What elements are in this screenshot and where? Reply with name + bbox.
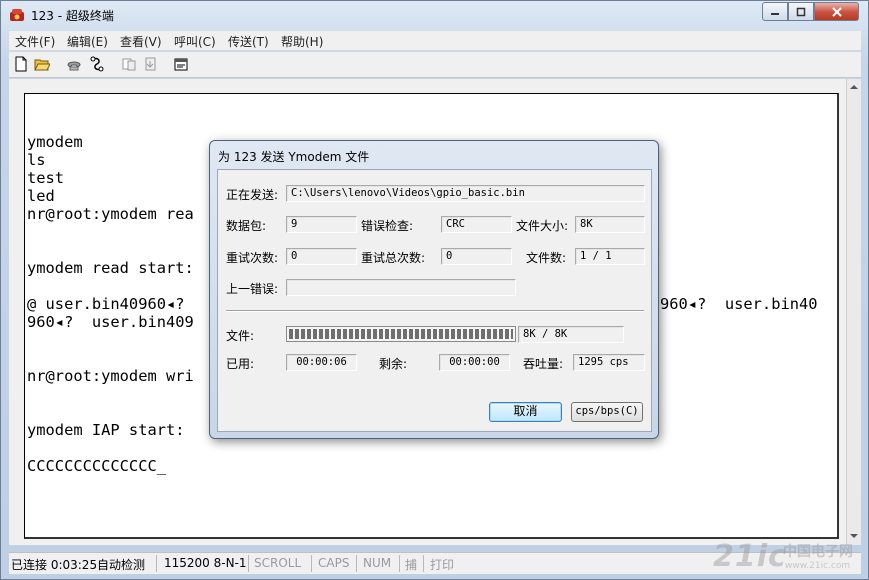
retries-label: 重试次数: bbox=[226, 251, 279, 265]
status-capture: 捕 bbox=[405, 558, 418, 572]
menu-transfer[interactable]: 传送(T) bbox=[228, 33, 269, 50]
maximize-icon bbox=[796, 7, 806, 16]
terminal-line: ymodem IAP start: bbox=[27, 421, 185, 439]
minimize-button[interactable] bbox=[762, 2, 788, 21]
cps-bps-button[interactable]: cps/bps(C) bbox=[571, 402, 643, 422]
terminal-line-fragment: 960◂? user.bin40 bbox=[660, 295, 818, 313]
watermark-logo-text: 21ic bbox=[713, 539, 787, 574]
progress-fill bbox=[289, 329, 513, 339]
status-port: 115200 8-N-1 bbox=[164, 556, 247, 570]
scroll-down-icon[interactable] bbox=[850, 534, 858, 538]
sending-label: 正在发送: bbox=[226, 188, 279, 202]
terminal-line: test bbox=[27, 169, 65, 187]
last-error-label: 上一错误: bbox=[226, 282, 279, 296]
elapsed-field: 00:00:06 bbox=[286, 354, 357, 371]
status-num: NUM bbox=[363, 556, 392, 570]
new-icon[interactable] bbox=[13, 56, 29, 72]
terminal-line: ls bbox=[27, 151, 46, 169]
terminal-line: ymodem read start: bbox=[27, 259, 194, 277]
elapsed-label: 已用: bbox=[226, 357, 255, 371]
progress-text-field: 8K / 8K bbox=[518, 326, 624, 343]
status-separator bbox=[311, 555, 312, 572]
transfer-progress-bar bbox=[286, 326, 516, 342]
terminal-line: nr@root:ymodem rea bbox=[27, 205, 194, 223]
terminal-line: ymodem bbox=[27, 133, 83, 151]
menu-call[interactable]: 呼叫(C) bbox=[174, 33, 216, 50]
receive-icon[interactable] bbox=[143, 56, 159, 72]
ymodem-send-dialog: 为 123 发送 Ymodem 文件 正在发送: C:\Users\lenovo… bbox=[209, 140, 659, 439]
terminal-line: @ user.bin40960◂? bbox=[27, 295, 185, 313]
retries-field: 0 bbox=[286, 248, 357, 265]
status-print: 打印 bbox=[430, 558, 455, 572]
file-label: 文件: bbox=[226, 329, 255, 343]
maximize-button[interactable] bbox=[788, 2, 814, 21]
error-check-field: CRC bbox=[441, 216, 512, 233]
status-separator bbox=[156, 555, 157, 572]
terminal-line: led bbox=[27, 187, 55, 205]
watermark-name: 中国电子网 bbox=[783, 544, 853, 560]
phone-terminal-icon bbox=[10, 9, 24, 21]
watermark-logo: 21ic 中国电子网 www.21ic.com bbox=[713, 539, 853, 574]
status-connected: 已连接 0:03:25 bbox=[11, 558, 98, 572]
file-size-label: 文件大小: bbox=[516, 219, 569, 233]
cancel-button[interactable]: 取消 bbox=[489, 402, 562, 422]
status-separator bbox=[356, 555, 357, 572]
files-field: 1 / 1 bbox=[575, 248, 645, 265]
dialog-title: 为 123 发送 Ymodem 文件 bbox=[218, 150, 370, 164]
menu-edit[interactable]: 编辑(E) bbox=[67, 33, 108, 50]
status-detect: 自动检测 bbox=[97, 558, 146, 572]
menu-help[interactable]: 帮助(H) bbox=[281, 33, 323, 50]
disconnect-icon[interactable] bbox=[89, 56, 105, 72]
error-check-label: 错误检查: bbox=[361, 219, 414, 233]
terminal-line: CCCCCCCCCCCCCC_ bbox=[27, 457, 166, 475]
status-caps: CAPS bbox=[318, 556, 350, 570]
total-retries-label: 重试总次数: bbox=[361, 251, 426, 265]
packet-field: 9 bbox=[286, 216, 357, 233]
throughput-label: 吞吐量: bbox=[523, 357, 564, 371]
window-title: 123 - 超级终端 bbox=[31, 9, 114, 23]
call-icon[interactable] bbox=[66, 56, 82, 72]
status-separator bbox=[423, 555, 424, 572]
terminal-line: 960◂? user.bin409 bbox=[27, 313, 194, 331]
sending-file-field: C:\Users\lenovo\Videos\gpio_basic.bin bbox=[286, 185, 645, 202]
close-icon bbox=[831, 6, 842, 17]
dialog-body: 正在发送: C:\Users\lenovo\Videos\gpio_basic.… bbox=[217, 169, 652, 432]
dialog-divider bbox=[226, 310, 644, 312]
total-retries-field: 0 bbox=[441, 248, 512, 265]
send-icon[interactable] bbox=[121, 56, 137, 72]
status-separator bbox=[399, 555, 400, 572]
vertical-scrollbar[interactable] bbox=[846, 79, 861, 545]
menu-view[interactable]: 查看(V) bbox=[120, 33, 162, 50]
last-error-field bbox=[286, 279, 516, 296]
terminal-line: nr@root:ymodem wri bbox=[27, 367, 194, 385]
title-bar[interactable]: 123 - 超级终端 bbox=[1, 1, 868, 29]
open-icon[interactable] bbox=[34, 56, 50, 72]
close-button[interactable] bbox=[814, 2, 859, 21]
minimize-icon bbox=[771, 12, 779, 15]
scroll-up-icon[interactable] bbox=[850, 85, 858, 89]
menu-bar: 文件(F) 编辑(E) 查看(V) 呼叫(C) 传送(T) 帮助(H) bbox=[9, 31, 861, 51]
status-separator bbox=[248, 555, 249, 572]
properties-icon[interactable] bbox=[173, 56, 189, 72]
packet-label: 数据包: bbox=[226, 219, 267, 233]
throughput-field: 1295 cps bbox=[573, 354, 645, 371]
files-label: 文件数: bbox=[526, 251, 567, 265]
status-scroll: SCROLL bbox=[254, 556, 302, 570]
remaining-field: 00:00:00 bbox=[439, 354, 510, 371]
file-size-field: 8K bbox=[575, 216, 645, 233]
menu-file[interactable]: 文件(F) bbox=[15, 33, 55, 50]
watermark-url: www.21ic.com bbox=[785, 561, 851, 571]
toolbar bbox=[9, 52, 861, 78]
remaining-label: 剩余: bbox=[379, 357, 408, 371]
